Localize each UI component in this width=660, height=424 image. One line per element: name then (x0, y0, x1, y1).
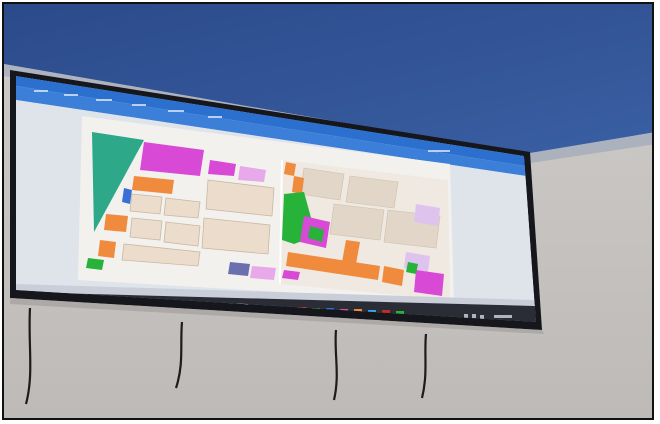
scene-svg (4, 4, 652, 418)
photo-frame (2, 2, 654, 420)
